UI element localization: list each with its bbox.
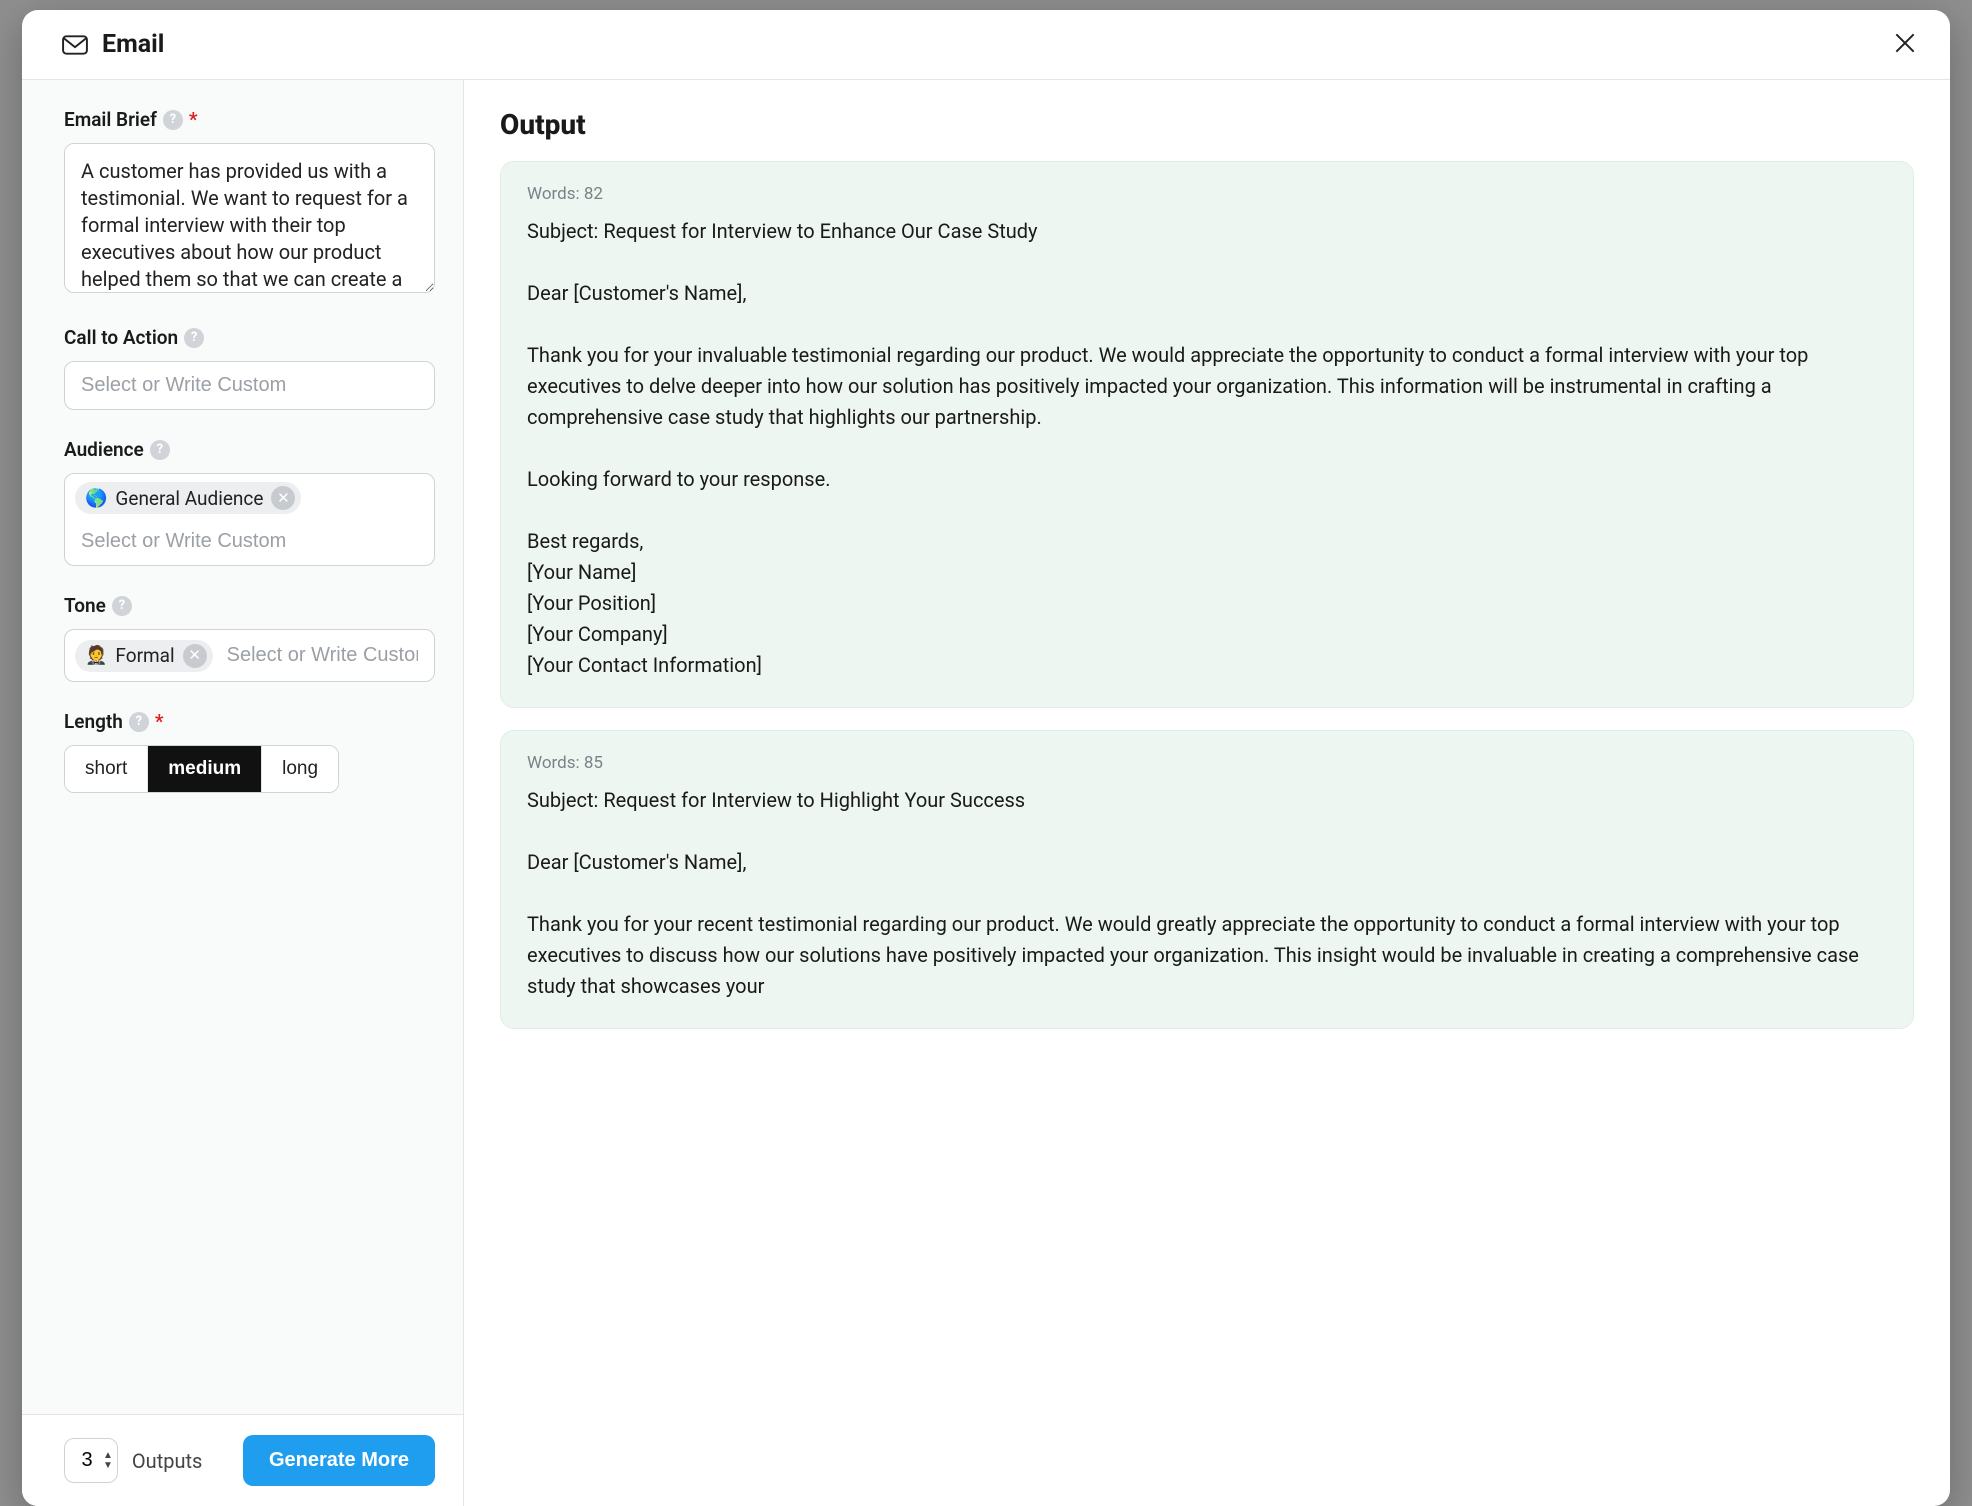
output-text: Subject: Request for Interview to Highli… xyxy=(527,785,1887,1002)
form-footer: ▲ ▼ Outputs Generate More xyxy=(22,1414,463,1506)
output-pane[interactable]: Output Words: 82 Subject: Request for In… xyxy=(464,80,1950,1506)
length-option-medium[interactable]: medium xyxy=(147,746,261,792)
help-icon[interactable]: ? xyxy=(112,596,132,616)
chip-label: Formal xyxy=(115,644,174,667)
remove-chip-icon[interactable]: ✕ xyxy=(271,486,295,510)
label-text: Email Brief xyxy=(64,108,157,131)
cta-input[interactable] xyxy=(64,361,435,410)
label-text: Call to Action xyxy=(64,326,178,349)
length-option-short[interactable]: short xyxy=(65,746,147,792)
chevron-up-icon[interactable]: ▲ xyxy=(103,1451,113,1461)
field-email-brief: Email Brief ? * A customer has provided … xyxy=(64,108,435,298)
output-card: Words: 82 Subject: Request for Interview… xyxy=(500,161,1914,708)
email-modal: Email Email Brief ? * A customer has pro… xyxy=(22,10,1950,1506)
chevron-down-icon[interactable]: ▼ xyxy=(103,1461,113,1471)
field-tone: Tone ? 🤵 Formal ✕ xyxy=(64,594,435,682)
label-text: Length xyxy=(64,710,123,733)
modal-title-wrap: Email xyxy=(62,30,164,59)
help-icon[interactable]: ? xyxy=(163,110,183,130)
label-audience: Audience ? xyxy=(64,438,435,461)
output-title: Output xyxy=(500,108,1914,141)
label-email-brief: Email Brief ? * xyxy=(64,108,435,131)
required-marker: * xyxy=(155,710,164,733)
help-icon[interactable]: ? xyxy=(184,328,204,348)
outputs-count-input[interactable] xyxy=(65,1439,99,1482)
audience-chip: 🌎 General Audience ✕ xyxy=(75,482,301,514)
word-count: Words: 82 xyxy=(527,184,1887,204)
label-text: Audience xyxy=(64,438,144,461)
stepper-arrows: ▲ ▼ xyxy=(99,1451,117,1471)
label-length: Length ? * xyxy=(64,710,435,733)
required-marker: * xyxy=(189,108,198,131)
label-cta: Call to Action ? xyxy=(64,326,435,349)
length-option-long[interactable]: long xyxy=(261,746,338,792)
tone-entry[interactable] xyxy=(221,636,424,675)
outputs-stepper[interactable]: ▲ ▼ xyxy=(64,1438,118,1483)
output-card: Words: 85 Subject: Request for Interview… xyxy=(500,730,1914,1029)
help-icon[interactable]: ? xyxy=(129,712,149,732)
person-icon: 🤵 xyxy=(85,645,107,666)
close-icon xyxy=(1892,44,1918,59)
length-segmented: short medium long xyxy=(64,745,339,793)
help-icon[interactable]: ? xyxy=(150,440,170,460)
outputs-label: Outputs xyxy=(132,1449,229,1473)
modal-body: Email Brief ? * A customer has provided … xyxy=(22,80,1950,1506)
chip-label: General Audience xyxy=(115,487,263,510)
audience-entry[interactable] xyxy=(75,522,424,561)
close-button[interactable] xyxy=(1886,24,1924,65)
form-scroll[interactable]: Email Brief ? * A customer has provided … xyxy=(22,80,463,1414)
generate-more-button[interactable]: Generate More xyxy=(243,1435,435,1486)
remove-chip-icon[interactable]: ✕ xyxy=(183,644,207,668)
label-text: Tone xyxy=(64,594,106,617)
tone-chip: 🤵 Formal ✕ xyxy=(75,640,213,672)
output-text: Subject: Request for Interview to Enhanc… xyxy=(527,216,1887,681)
field-cta: Call to Action ? xyxy=(64,326,435,410)
audience-input[interactable]: 🌎 General Audience ✕ xyxy=(64,473,435,566)
globe-icon: 🌎 xyxy=(85,488,107,509)
form-pane: Email Brief ? * A customer has provided … xyxy=(22,80,464,1506)
field-audience: Audience ? 🌎 General Audience ✕ xyxy=(64,438,435,566)
modal-title: Email xyxy=(102,30,164,59)
email-brief-textarea[interactable]: A customer has provided us with a testim… xyxy=(64,143,435,293)
field-length: Length ? * short medium long xyxy=(64,710,435,793)
word-count: Words: 85 xyxy=(527,753,1887,773)
modal-header: Email xyxy=(22,10,1950,80)
tone-input[interactable]: 🤵 Formal ✕ xyxy=(64,629,435,682)
label-tone: Tone ? xyxy=(64,594,435,617)
email-icon xyxy=(62,35,88,55)
